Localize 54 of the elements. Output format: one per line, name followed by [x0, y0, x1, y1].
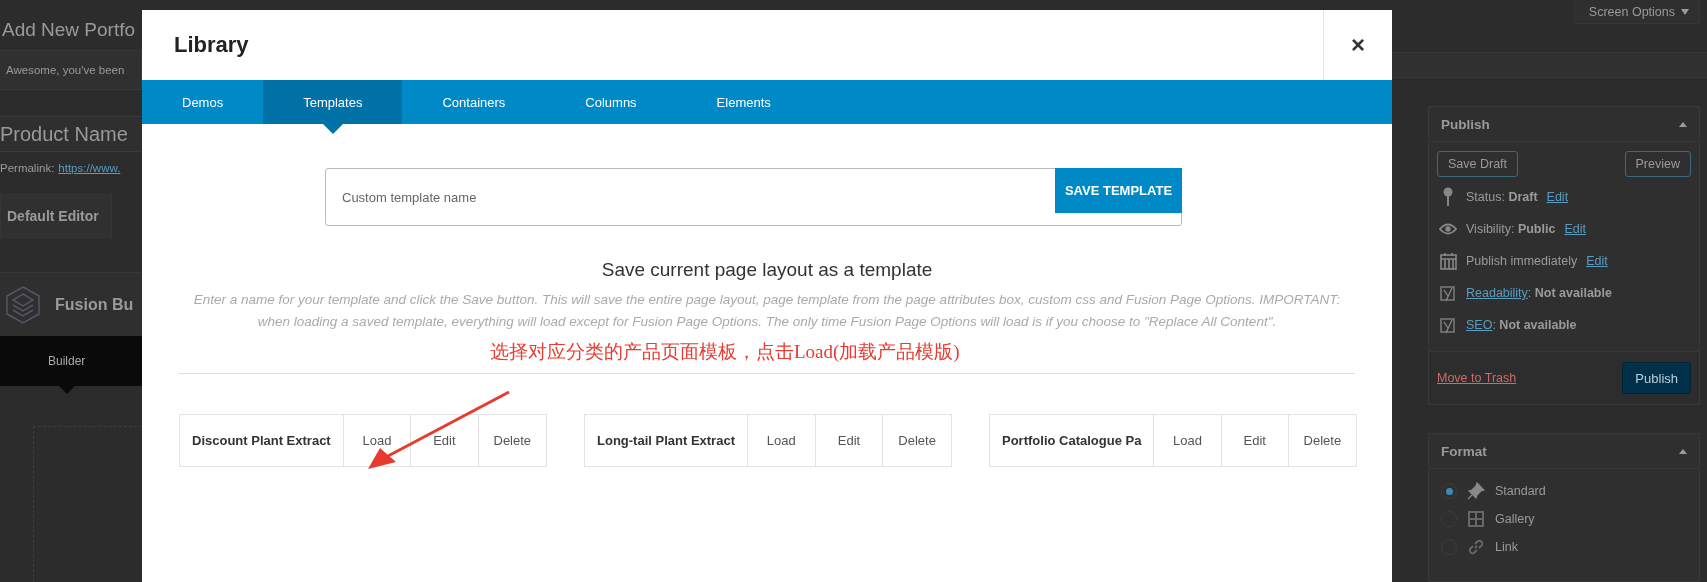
y-logo-icon — [1440, 316, 1456, 334]
publish-setting-text: Status: Draft — [1466, 190, 1538, 204]
format-box-title: Format — [1441, 443, 1487, 459]
y-logo-icon — [1440, 284, 1456, 302]
screen-options-button[interactable]: Screen Options — [1573, 0, 1700, 24]
permalink-url[interactable]: https://www. — [58, 162, 121, 174]
gallery-icon — [1467, 510, 1485, 528]
publish-button[interactable]: Publish — [1622, 362, 1691, 394]
notice-banner: Awesome, you've been — [0, 50, 142, 90]
dropdown-caret-icon — [1681, 8, 1689, 15]
template-name-field[interactable]: Custom template name SAVE TEMPLATE — [325, 168, 1182, 226]
annotation-text: 选择对应分类的产品页面模板，点击Load(加载产品模版) — [490, 341, 960, 362]
library-tab[interactable]: Elements — [676, 80, 811, 134]
library-tab[interactable]: Columns — [545, 80, 677, 134]
hexagon-logo-icon — [5, 284, 41, 325]
default-editor-button[interactable]: Default Editor — [0, 194, 112, 238]
builder-tab[interactable]: Builder — [40, 336, 94, 394]
pin-icon — [1442, 187, 1454, 207]
score-value: : Not available — [1527, 286, 1612, 300]
link-icon — [1467, 538, 1485, 556]
move-to-trash-link[interactable]: Move to Trash — [1437, 371, 1517, 385]
score-link[interactable]: Readability — [1466, 286, 1528, 300]
format-option-label: Standard — [1495, 484, 1546, 498]
builder-panel-title: Fusion Bu — [55, 295, 134, 314]
template-name: Discount Plant Extract — [180, 415, 344, 466]
pushpin-icon — [1467, 482, 1485, 500]
eye-icon — [1439, 222, 1457, 236]
format-option-label: Gallery — [1495, 512, 1535, 526]
collapse-arrow-icon[interactable] — [1679, 448, 1687, 454]
edit-link[interactable]: Edit — [1546, 190, 1569, 204]
modal-title: Library — [174, 32, 249, 58]
save-template-button[interactable]: SAVE TEMPLATE — [1055, 168, 1182, 213]
library-tab[interactable]: Containers — [402, 80, 546, 134]
library-tab[interactable]: Templates — [263, 80, 403, 134]
save-draft-button[interactable]: Save Draft — [1437, 151, 1519, 177]
screen-options-label: Screen Options — [1588, 4, 1675, 19]
format-option-label: Link — [1495, 540, 1518, 554]
preview-button[interactable]: Preview — [1624, 151, 1691, 177]
edit-link[interactable]: Edit — [1586, 254, 1608, 268]
calendar-icon — [1439, 252, 1457, 270]
page-title: Add New Portfo — [2, 19, 137, 41]
section-heading: Save current page layout as a template — [600, 259, 934, 281]
publish-box-title: Publish — [1441, 116, 1490, 132]
edit-link[interactable]: Edit — [1564, 222, 1586, 236]
library-tab[interactable]: Demos — [142, 80, 264, 134]
score-value: : Not available — [1492, 318, 1577, 332]
template-name: Long-tail Plant Extract — [585, 415, 748, 466]
publish-setting-text: Publish immediately — [1466, 254, 1578, 268]
publish-setting-text: Visibility: Public — [1466, 222, 1556, 236]
permalink-label: Permalink: — [0, 162, 55, 174]
format-radio[interactable] — [1441, 483, 1457, 499]
description-text: Enter a name for your template and click the Save button. This will save the entire page layout, page template from the page attributes box, custom css and Fusion Page Options. IMPORTANT: when loading a saved template, everything will load except for Fusion Page Options. The only time Fusion Page Options will load is if you choose to "Replace All Content". — [192, 291, 1342, 331]
title-field[interactable]: Product Name — [0, 116, 142, 152]
collapse-arrow-icon[interactable] — [1679, 121, 1687, 127]
